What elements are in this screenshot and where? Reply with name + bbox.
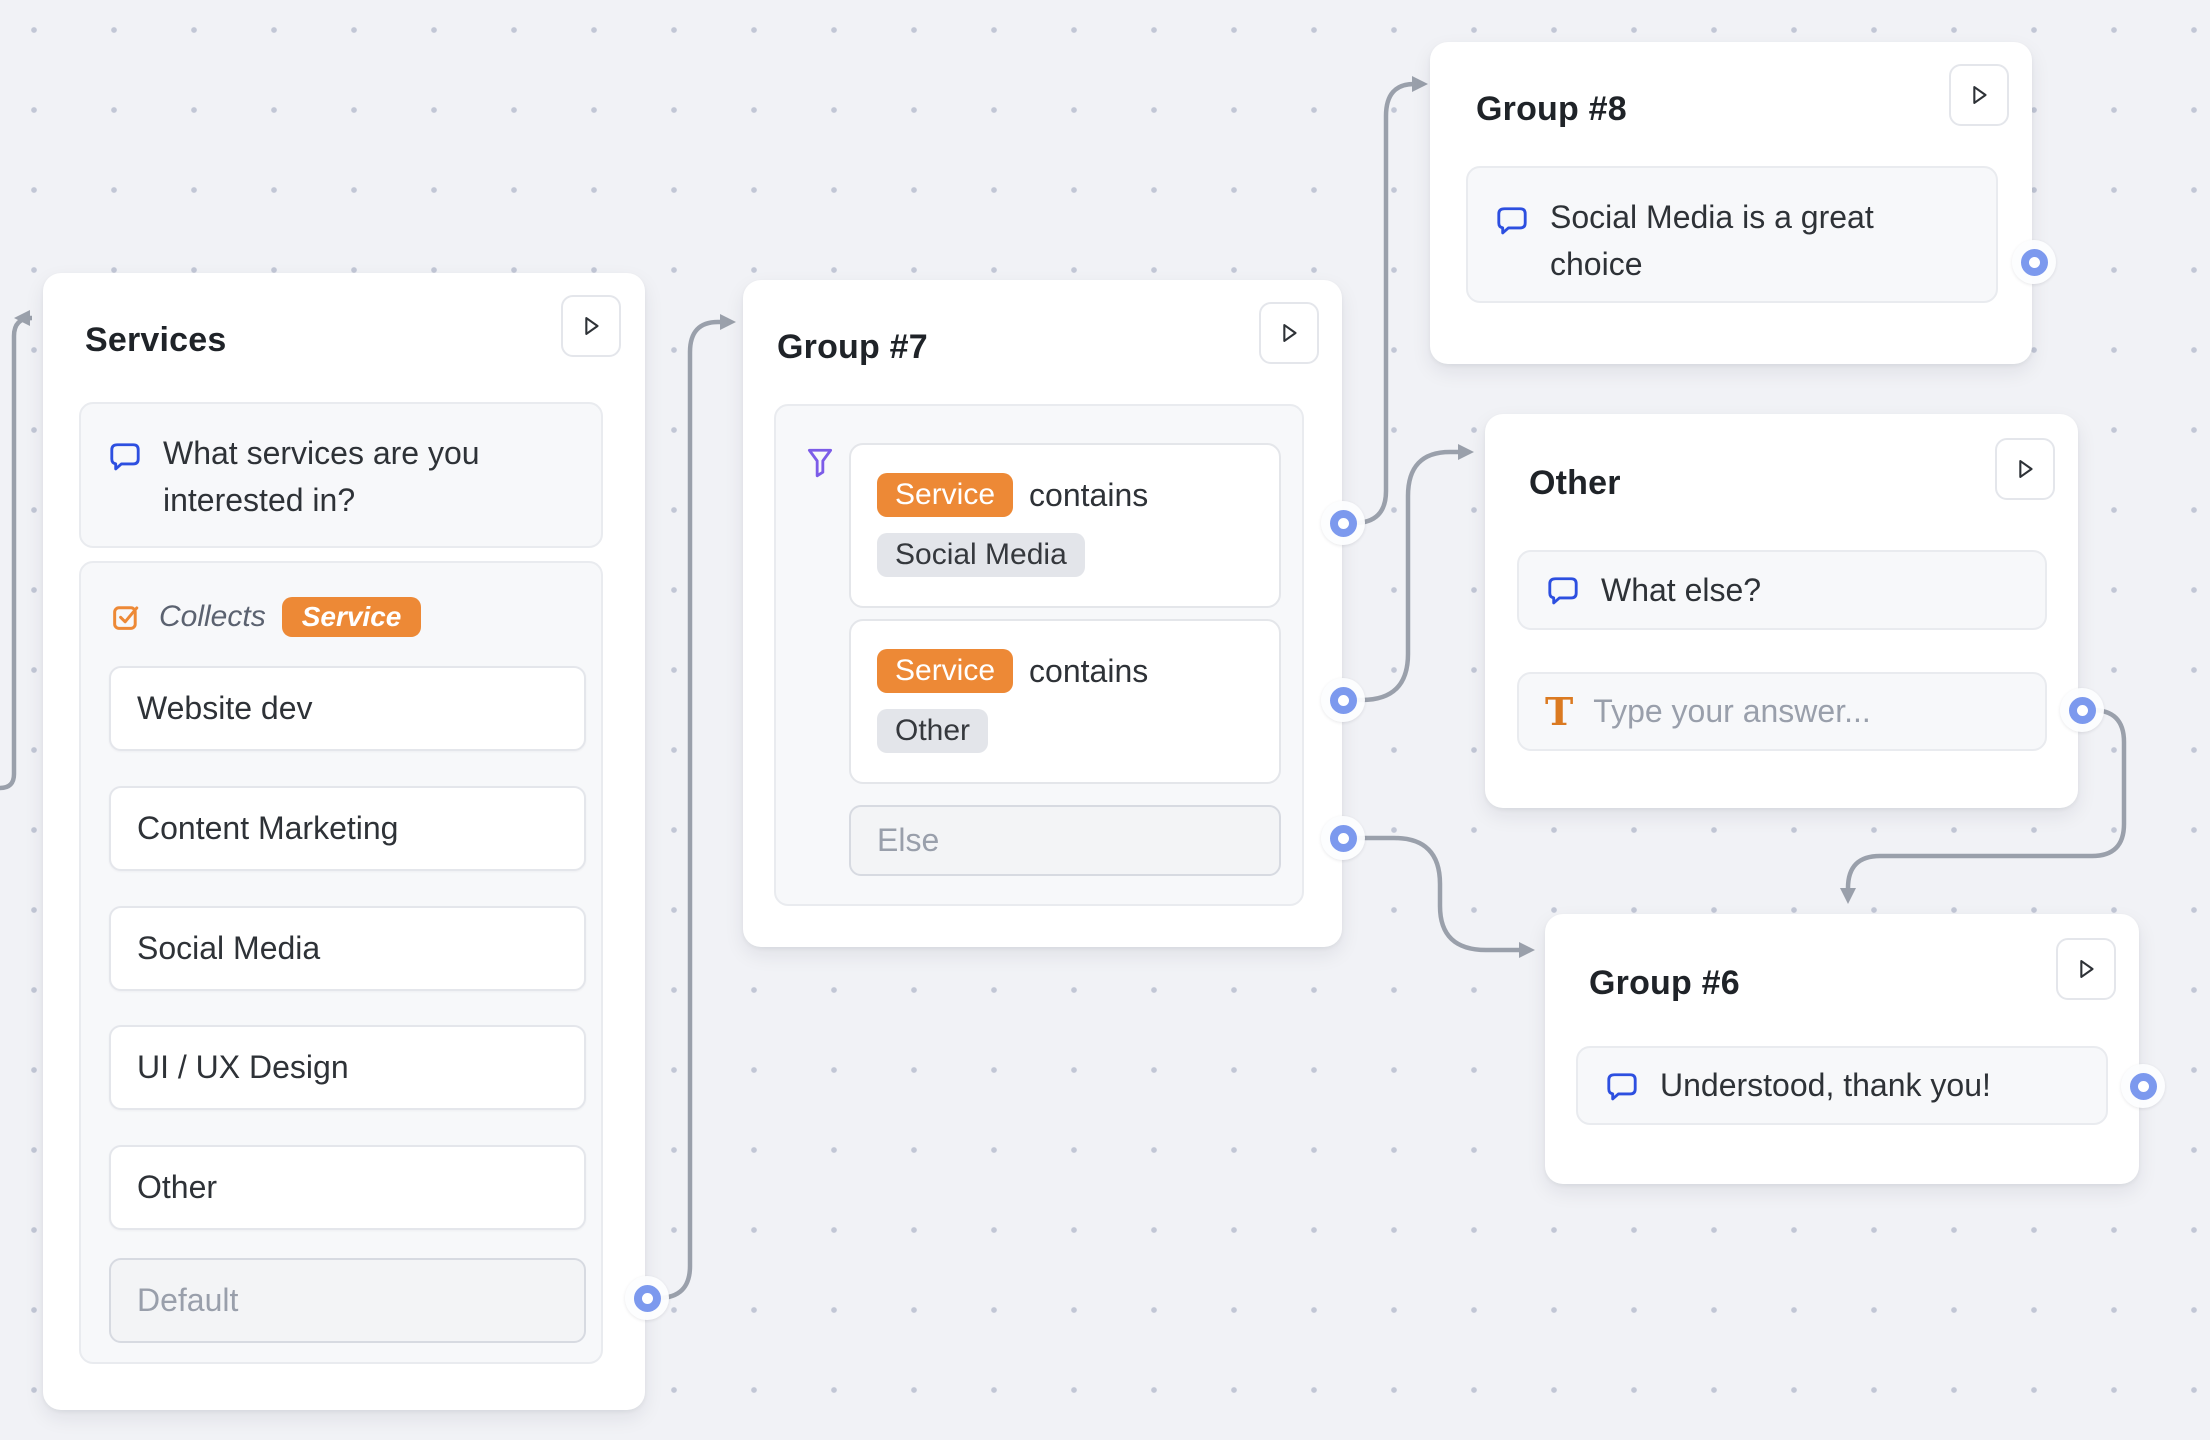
- condition-item[interactable]: Service contains Other: [849, 619, 1281, 784]
- text-input-icon: T: [1545, 694, 1573, 730]
- output-port-group7-else[interactable]: [1321, 816, 1365, 860]
- port-ring: [1330, 687, 1357, 714]
- output-port-group8[interactable]: [2012, 240, 2056, 284]
- group-card-group6[interactable]: Group #6 Understood, thank you!: [1545, 914, 2139, 1184]
- chat-bubble-icon: [1494, 202, 1530, 238]
- choice-input-block[interactable]: Collects Service Website dev Content Mar…: [79, 561, 603, 1364]
- play-icon: [2072, 955, 2100, 983]
- condition-value-badge: Other: [877, 709, 988, 753]
- group-title: Group #7: [777, 328, 928, 367]
- connector-cond1-to-group8[interactable]: [1345, 84, 1414, 523]
- condition-block[interactable]: Service contains Social Media Service co…: [774, 404, 1304, 906]
- message-block[interactable]: What else?: [1517, 550, 2047, 630]
- output-port-group7-condition2[interactable]: [1321, 678, 1365, 722]
- output-port-other-input[interactable]: [2060, 688, 2104, 732]
- condition-item[interactable]: Service contains Social Media: [849, 443, 1281, 608]
- play-icon: [577, 312, 605, 340]
- input-placeholder: Type your answer...: [1593, 688, 1870, 735]
- collects-label: Collects: [159, 600, 266, 634]
- output-port-services-default[interactable]: [625, 1276, 669, 1320]
- group-title: Services: [85, 321, 227, 360]
- choice-item[interactable]: Content Marketing: [109, 786, 586, 871]
- connector-else-to-group6[interactable]: [1345, 838, 1521, 950]
- play-group-button[interactable]: [2056, 938, 2116, 1000]
- port-ring: [2069, 697, 2096, 724]
- group-card-services[interactable]: Services What services are you intereste…: [43, 273, 645, 1410]
- group-card-group7[interactable]: Group #7 Service contains Social Media S…: [743, 280, 1342, 947]
- group-title: Group #6: [1589, 964, 1740, 1003]
- variable-badge[interactable]: Service: [282, 597, 422, 637]
- play-group-button[interactable]: [1259, 302, 1319, 364]
- message-text: Understood, thank you!: [1660, 1062, 1991, 1109]
- filter-icon: [803, 444, 837, 482]
- port-ring: [1330, 825, 1357, 852]
- group-card-other[interactable]: Other What else? T Type your answer...: [1485, 414, 2078, 808]
- connector-default-to-group7[interactable]: [648, 322, 722, 1298]
- chat-bubble-icon: [1545, 572, 1581, 608]
- message-text: What else?: [1601, 567, 1761, 614]
- condition-variable-badge: Service: [877, 649, 1013, 693]
- message-block[interactable]: What services are you interested in?: [79, 402, 603, 548]
- port-ring: [634, 1285, 661, 1312]
- port-ring: [2021, 249, 2048, 276]
- play-group-button[interactable]: [1949, 64, 2009, 126]
- condition-operator: contains: [1029, 653, 1148, 690]
- condition-variable-badge: Service: [877, 473, 1013, 517]
- group-card-group8[interactable]: Group #8 Social Media is a great choice: [1430, 42, 2032, 364]
- chat-bubble-icon: [107, 438, 143, 474]
- group-title: Other: [1529, 464, 1621, 503]
- play-icon: [1275, 319, 1303, 347]
- output-port-group6[interactable]: [2121, 1064, 2165, 1108]
- text-input-block[interactable]: T Type your answer...: [1517, 672, 2047, 751]
- connector-cond2-to-other[interactable]: [1345, 452, 1460, 700]
- message-block[interactable]: Social Media is a great choice: [1466, 166, 1998, 303]
- choice-item[interactable]: Website dev: [109, 666, 586, 751]
- message-text: What services are you interested in?: [163, 430, 575, 524]
- flow-canvas[interactable]: Services What services are you intereste…: [0, 0, 2210, 1440]
- play-icon: [2011, 455, 2039, 483]
- choice-item[interactable]: UI / UX Design: [109, 1025, 586, 1110]
- chat-bubble-icon: [1604, 1068, 1640, 1104]
- choice-default-item[interactable]: Default: [109, 1258, 586, 1343]
- play-group-button[interactable]: [1995, 438, 2055, 500]
- message-block[interactable]: Understood, thank you!: [1576, 1046, 2108, 1125]
- group-title: Group #8: [1476, 90, 1627, 129]
- play-icon: [1965, 81, 1993, 109]
- port-ring: [2130, 1073, 2157, 1100]
- choice-item[interactable]: Other: [109, 1145, 586, 1230]
- condition-else-item[interactable]: Else: [849, 805, 1281, 876]
- condition-value-badge: Social Media: [877, 533, 1085, 577]
- connector-entry-to-services[interactable]: [0, 318, 32, 788]
- condition-operator: contains: [1029, 477, 1148, 514]
- port-ring: [1330, 510, 1357, 537]
- choice-item[interactable]: Social Media: [109, 906, 586, 991]
- checkbox-icon: [109, 600, 143, 634]
- play-group-button[interactable]: [561, 295, 621, 357]
- message-text: Social Media is a great choice: [1550, 194, 1960, 288]
- output-port-group7-condition1[interactable]: [1321, 501, 1365, 545]
